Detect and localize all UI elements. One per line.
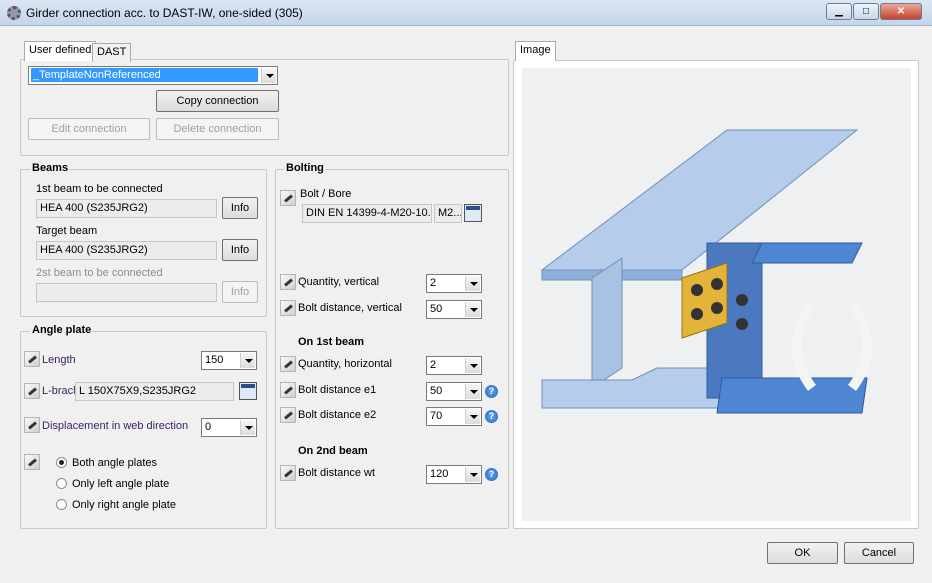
- chevron-down-icon: [261, 68, 276, 83]
- radio-both[interactable]: [56, 457, 67, 468]
- tab-user-defined[interactable]: User defined: [24, 41, 97, 61]
- pin-icon[interactable]: [24, 454, 40, 470]
- close-button[interactable]: ✕: [880, 3, 922, 20]
- second-beam-field: [36, 283, 217, 302]
- pin-icon[interactable]: [24, 417, 40, 433]
- bolt-field: DIN EN 14399-4-M20-10...: [302, 204, 432, 223]
- tab-dast[interactable]: DAST: [92, 43, 132, 62]
- connection-3d-preview: [522, 68, 911, 521]
- edit-connection-button[interactable]: Edit connection: [28, 118, 150, 140]
- bore-field: M2...: [434, 204, 462, 223]
- chevron-down-icon: [465, 409, 480, 424]
- help-icon[interactable]: ?: [485, 468, 498, 481]
- first-beam-heading: On 1st beam: [298, 336, 365, 348]
- first-beam-label: 1st beam to be connected: [36, 183, 163, 195]
- displacement-label: Displacement in web direction: [42, 420, 189, 432]
- maximize-button[interactable]: □: [853, 3, 879, 20]
- pin-icon[interactable]: [280, 300, 296, 316]
- displacement-select[interactable]: 0: [201, 418, 257, 437]
- length-label: Length: [42, 354, 76, 366]
- tab-image[interactable]: Image: [515, 41, 556, 61]
- qty-horizontal-label: Quantity, horizontal: [298, 358, 392, 370]
- pin-icon[interactable]: [280, 382, 296, 398]
- template-select[interactable]: _TemplateNonReferenced: [28, 66, 278, 85]
- pin-icon[interactable]: [280, 465, 296, 481]
- chevron-down-icon: [240, 420, 255, 435]
- delete-connection-button[interactable]: Delete connection: [156, 118, 279, 140]
- pin-icon[interactable]: [280, 274, 296, 290]
- gear-icon: [7, 6, 21, 20]
- chevron-down-icon: [465, 467, 480, 482]
- qty-vertical-label: Quantity, vertical: [298, 276, 380, 288]
- qty-vertical-select[interactable]: 2: [426, 274, 482, 293]
- chevron-down-icon: [465, 358, 480, 373]
- e1-select[interactable]: 50: [426, 382, 482, 401]
- pin-icon[interactable]: [280, 190, 296, 206]
- chevron-down-icon: [465, 384, 480, 399]
- second-beam-heading: On 2nd beam: [298, 445, 368, 457]
- chevron-down-icon: [240, 353, 255, 368]
- pin-icon[interactable]: [280, 407, 296, 423]
- second-beam-label: 2st beam to be connected: [36, 267, 163, 279]
- displacement-value: 0: [205, 421, 212, 433]
- bolting-title: Bolting: [284, 162, 326, 174]
- length-select[interactable]: 150: [201, 351, 257, 370]
- l-bracket-label: L-bracl: [42, 385, 76, 397]
- radio-left-label: Only left angle plate: [72, 478, 170, 490]
- e2-label: Bolt distance e2: [298, 409, 377, 421]
- bolt-bore-label: Bolt / Bore: [300, 188, 352, 200]
- help-icon[interactable]: ?: [485, 385, 498, 398]
- radio-right-label: Only right angle plate: [72, 499, 176, 511]
- dist-vertical-select[interactable]: 50: [426, 300, 482, 319]
- copy-connection-button[interactable]: Copy connection: [156, 90, 279, 112]
- angle-plate-title: Angle plate: [30, 324, 94, 336]
- window-title: Girder connection acc. to DAST-IW, one-s…: [26, 6, 303, 20]
- qty-vertical-value: 2: [430, 277, 437, 289]
- pin-icon[interactable]: [280, 356, 296, 372]
- ok-button[interactable]: OK: [767, 542, 838, 564]
- radio-both-label: Both angle plates: [72, 457, 158, 469]
- template-selected: _TemplateNonReferenced: [31, 68, 258, 82]
- table-select-icon[interactable]: [464, 204, 482, 222]
- pin-icon[interactable]: [24, 351, 40, 367]
- second-beam-info-button[interactable]: Info: [222, 281, 258, 303]
- radio-right[interactable]: [56, 499, 67, 510]
- wt-value: 120: [430, 468, 449, 480]
- e1-label: Bolt distance e1: [298, 384, 377, 396]
- e1-value: 50: [430, 385, 443, 397]
- chevron-down-icon: [465, 276, 480, 291]
- e2-select[interactable]: 70: [426, 407, 482, 426]
- cancel-button[interactable]: Cancel: [844, 542, 914, 564]
- beams-title: Beams: [30, 162, 71, 174]
- e2-value: 70: [430, 410, 443, 422]
- first-beam-field: HEA 400 (S235JRG2): [36, 199, 217, 218]
- pin-icon[interactable]: [24, 383, 40, 399]
- target-beam-field: HEA 400 (S235JRG2): [36, 241, 217, 260]
- qty-horizontal-value: 2: [430, 359, 437, 371]
- qty-horizontal-select[interactable]: 2: [426, 356, 482, 375]
- length-value: 150: [205, 354, 224, 366]
- minimize-button[interactable]: ▁: [826, 3, 852, 20]
- wt-label: Bolt distance wt: [298, 467, 376, 479]
- help-icon[interactable]: ?: [485, 410, 498, 423]
- title-bar: Girder connection acc. to DAST-IW, one-s…: [0, 0, 932, 26]
- table-select-icon[interactable]: [239, 382, 257, 400]
- dist-vertical-label: Bolt distance, vertical: [298, 302, 402, 314]
- target-beam-label: Target beam: [36, 225, 98, 237]
- wt-select[interactable]: 120: [426, 465, 482, 484]
- dist-vertical-value: 50: [430, 303, 443, 315]
- radio-left[interactable]: [56, 478, 67, 489]
- target-beam-info-button[interactable]: Info: [222, 239, 258, 261]
- chevron-down-icon: [465, 302, 480, 317]
- l-bracket-field: L 150X75X9,S235JRG2: [75, 382, 234, 401]
- first-beam-info-button[interactable]: Info: [222, 197, 258, 219]
